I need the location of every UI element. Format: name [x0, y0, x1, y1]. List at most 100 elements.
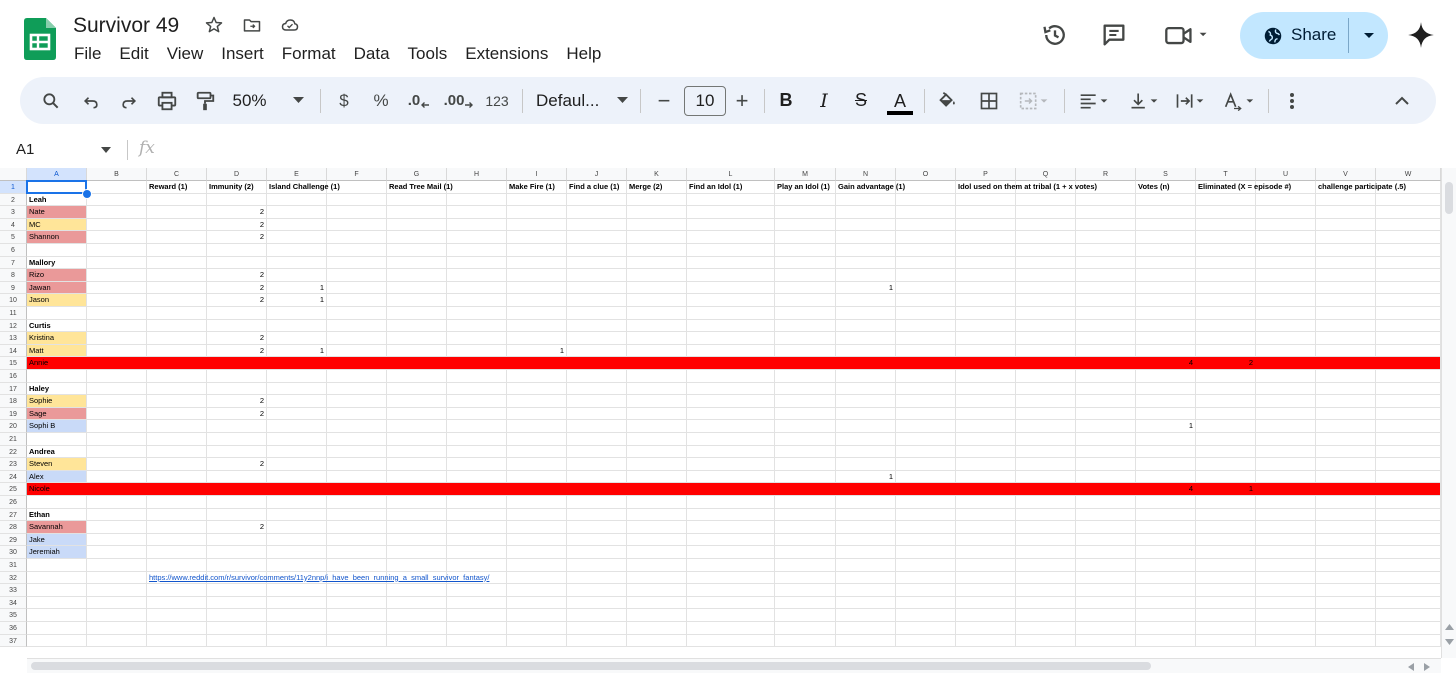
row-header-27[interactable]: 27	[0, 508, 27, 522]
vertical-scroll-thumb[interactable]	[1445, 182, 1453, 214]
score-value[interactable]: 2	[207, 408, 264, 420]
row-header-23[interactable]: 23	[0, 458, 27, 471]
menu-view[interactable]: View	[167, 44, 204, 64]
percent-format-button[interactable]: %	[369, 77, 393, 124]
row-header-19[interactable]: 19	[0, 407, 27, 421]
row-header-2[interactable]: 2	[0, 193, 27, 207]
score-value[interactable]: 4	[1136, 483, 1193, 495]
row-header-21[interactable]: 21	[0, 433, 27, 446]
row-header-17[interactable]: 17	[0, 382, 27, 396]
share-button[interactable]: Share	[1240, 12, 1348, 59]
column-label-immunity[interactable]: Immunity (2)	[209, 181, 254, 193]
row-header-35[interactable]: 35	[0, 609, 27, 622]
column-header-v[interactable]: V	[1316, 168, 1376, 181]
paint-format-icon[interactable]	[192, 77, 218, 124]
score-value[interactable]: 2	[207, 521, 264, 533]
row-header-29[interactable]: 29	[0, 533, 27, 547]
score-value[interactable]: 2	[1196, 357, 1253, 369]
player-name[interactable]: Alex	[29, 471, 44, 483]
player-name[interactable]: Nicole	[29, 483, 50, 495]
more-options-icon[interactable]	[1282, 77, 1302, 124]
row-header-9[interactable]: 9	[0, 281, 27, 295]
column-header-f[interactable]: F	[327, 168, 387, 181]
row-header-4[interactable]: 4	[0, 218, 27, 232]
comments-icon[interactable]	[1099, 20, 1129, 50]
row-header-5[interactable]: 5	[0, 231, 27, 244]
redo-icon[interactable]	[116, 77, 142, 124]
row-header-37[interactable]: 37	[0, 634, 27, 648]
fill-color-icon[interactable]	[934, 77, 960, 124]
row-header-13[interactable]: 13	[0, 332, 27, 345]
column-header-t[interactable]: T	[1196, 168, 1256, 181]
column-label-play_idol[interactable]: Play an Idol (1)	[777, 181, 830, 193]
row-header-20[interactable]: 20	[0, 420, 27, 433]
player-name[interactable]: Jason	[29, 294, 49, 306]
text-rotation-icon[interactable]	[1218, 77, 1260, 124]
chevron-up-icon[interactable]	[1390, 77, 1414, 124]
team-name[interactable]: Haley	[29, 383, 49, 395]
row-header-7[interactable]: 7	[0, 256, 27, 270]
player-name[interactable]: Savannah	[29, 521, 63, 533]
column-label-find_idol[interactable]: Find an Idol (1)	[689, 181, 742, 193]
document-title[interactable]: Survivor 49	[73, 14, 179, 38]
row-header-22[interactable]: 22	[0, 445, 27, 459]
row-header-26[interactable]: 26	[0, 496, 27, 509]
score-value[interactable]: 4	[1136, 357, 1193, 369]
menu-insert[interactable]: Insert	[221, 44, 264, 64]
player-name[interactable]: Sage	[29, 408, 47, 420]
column-label-treemail[interactable]: Read Tree Mail (1)	[389, 181, 453, 193]
row-header-12[interactable]: 12	[0, 319, 27, 333]
column-header-o[interactable]: O	[896, 168, 956, 181]
currency-format-button[interactable]: $	[332, 77, 356, 124]
horizontal-scroll-thumb[interactable]	[31, 662, 1151, 670]
team-name[interactable]: Andrea	[29, 446, 55, 458]
score-value[interactable]: 1	[267, 294, 324, 306]
scroll-right-icon[interactable]	[1424, 663, 1430, 671]
menu-tools[interactable]: Tools	[408, 44, 448, 64]
row-header-16[interactable]: 16	[0, 370, 27, 383]
vertical-align-icon[interactable]	[1124, 77, 1164, 124]
row-header-18[interactable]: 18	[0, 395, 27, 408]
italic-button[interactable]: I	[812, 77, 836, 124]
row-header-15[interactable]: 15	[0, 357, 27, 370]
column-label-merge[interactable]: Merge (2)	[629, 181, 662, 193]
row-header-14[interactable]: 14	[0, 344, 27, 358]
menu-data[interactable]: Data	[354, 44, 390, 64]
score-value[interactable]: 2	[207, 231, 264, 243]
row-header-34[interactable]: 34	[0, 596, 27, 610]
row-header-32[interactable]: 32	[0, 571, 27, 585]
column-label-reward[interactable]: Reward (1)	[149, 181, 187, 193]
column-label-advantage[interactable]: Gain advantage (1)	[838, 181, 905, 193]
column-header-l[interactable]: L	[687, 168, 775, 181]
menu-file[interactable]: File	[74, 44, 101, 64]
spreadsheet-grid[interactable]: ABCDEFGHIJKLMNOPQRSTUVW 1 2 3 4 5 6 7 8 9 10 11 12 1…	[0, 168, 1441, 658]
borders-icon[interactable]	[976, 77, 1002, 124]
column-label-votes[interactable]: Votes (n)	[1138, 181, 1170, 193]
row-header-25[interactable]: 25	[0, 483, 27, 496]
score-value[interactable]: 1	[507, 345, 564, 357]
merge-cells-icon[interactable]	[1014, 77, 1054, 124]
column-header-d[interactable]: D	[207, 168, 267, 181]
column-header-c[interactable]: C	[147, 168, 207, 181]
strikethrough-button[interactable]: S	[848, 77, 874, 124]
row-header-28[interactable]: 28	[0, 521, 27, 534]
score-value[interactable]: 2	[207, 282, 264, 294]
column-label-eliminated[interactable]: Eliminated (X = episode #)	[1198, 181, 1291, 193]
row-header-6[interactable]: 6	[0, 244, 27, 257]
score-value[interactable]: 2	[207, 269, 264, 281]
sheets-logo-icon[interactable]	[24, 18, 56, 60]
row-header-8[interactable]: 8	[0, 269, 27, 282]
print-icon[interactable]	[154, 77, 180, 124]
score-value[interactable]: 2	[207, 294, 264, 306]
share-dropdown-button[interactable]	[1349, 12, 1388, 59]
decrease-font-size-button[interactable]: −	[652, 77, 676, 124]
gemini-icon[interactable]	[1406, 20, 1436, 50]
column-header-j[interactable]: J	[567, 168, 627, 181]
column-header-w[interactable]: W	[1376, 168, 1441, 181]
column-label-idol_used[interactable]: Idol used on them at tribal (1 + x votes…	[958, 181, 1097, 193]
score-value[interactable]: 2	[207, 206, 264, 218]
column-header-h[interactable]: H	[447, 168, 507, 181]
menu-extensions[interactable]: Extensions	[465, 44, 548, 64]
player-name[interactable]: Annie	[29, 357, 48, 369]
text-wrapping-icon[interactable]	[1170, 77, 1210, 124]
